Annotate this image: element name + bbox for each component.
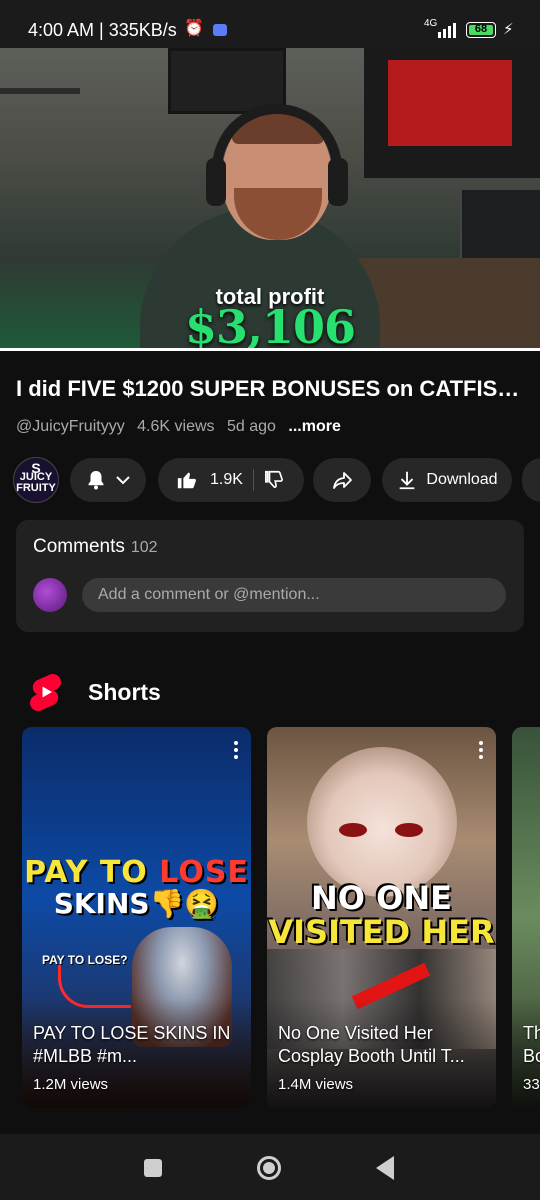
like-dislike-group: 1.9K (158, 458, 304, 502)
status-bar: 4:00 AM | 335KB/s ⏰ 4G 68 ⚡ (0, 0, 540, 48)
share-icon (333, 472, 352, 489)
chevron-down-icon (116, 476, 130, 485)
comment-input[interactable]: Add a comment or @mention... (82, 578, 506, 612)
short-card[interactable]: PAY TO LOSE SKINS👎🤮 PAY TO LOSE? PAY TO … (22, 727, 251, 1108)
more-vert-icon[interactable] (478, 741, 484, 761)
short-title: No One Visited Her Cosplay Booth Until T… (278, 1023, 465, 1066)
channel-handle[interactable]: @JuicyFruityyy (16, 418, 125, 435)
short-thumb-caption: PAY TO LOSE? (42, 953, 128, 967)
upload-age: 5d ago (226, 418, 276, 435)
bell-icon (88, 471, 104, 490)
notification-button[interactable] (70, 458, 146, 502)
alarm-icon: ⏰ (184, 20, 204, 37)
comments-header: Comments 102 (33, 536, 158, 558)
nav-recents-icon[interactable] (144, 1159, 162, 1177)
download-icon (400, 471, 415, 490)
comments-label: Comments (33, 536, 125, 557)
shorts-logo-icon (30, 674, 61, 711)
system-nav-bar (0, 1134, 540, 1200)
short-thumb-text: PAY TO LOSE (24, 855, 249, 890)
short-views: 1.2M views (33, 1076, 109, 1093)
short-thumb-text: NO ONE (311, 879, 452, 917)
share-button[interactable] (313, 458, 371, 502)
download-button[interactable]: Download (382, 458, 512, 502)
short-thumb-text-2: SKINS👎🤮 (53, 887, 220, 920)
comments-count: 102 (130, 539, 158, 556)
nav-home-icon[interactable] (257, 1156, 281, 1180)
user-avatar (33, 578, 67, 612)
thumbs-down-icon[interactable] (264, 469, 286, 491)
battery-level: 68 (474, 23, 488, 35)
video-player[interactable]: total profit $3,106 (0, 48, 540, 350)
status-time: 4:00 AM | 335KB/s (28, 20, 177, 40)
signal-icon (438, 23, 456, 38)
short-views: 1.4M views (278, 1076, 354, 1093)
short-card[interactable]: NO ONE VISITED HER No One Visited Her Co… (267, 727, 496, 1108)
channel-avatar[interactable]: S JUICY FRUITY (13, 457, 59, 503)
download-label: Download (426, 471, 498, 488)
more-actions-button[interactable] (522, 458, 540, 502)
nav-back-icon[interactable] (376, 1156, 394, 1180)
video-overlay-value: $3,106 (184, 300, 356, 350)
short-views: 33 (523, 1076, 540, 1093)
battery-icon: 68 (466, 22, 496, 38)
chat-bubble-icon (213, 24, 227, 36)
thumbs-up-icon[interactable] (176, 469, 198, 491)
video-progress-bar[interactable] (0, 348, 540, 351)
video-meta[interactable]: @JuicyFruityyy 4.6K views 5d ago ...more (16, 418, 349, 436)
video-title[interactable]: I did FIVE $1200 SUPER BONUSES on CATFIS… (16, 376, 526, 402)
short-title: PAY TO LOSE SKINS IN #MLBB #m... (33, 1023, 231, 1066)
view-count: 4.6K views (137, 418, 215, 435)
video-progress-played (0, 348, 540, 351)
channel-avatar-text: JUICY FRUITY (16, 471, 56, 494)
action-row: S JUICY FRUITY 1.9K Download (0, 456, 540, 504)
like-count[interactable]: 1.9K (210, 471, 243, 489)
more-link[interactable]: ...more (288, 418, 340, 435)
more-vert-icon[interactable] (233, 741, 239, 761)
short-card[interactable]: Th Bo 33 (512, 727, 540, 1108)
shorts-title: Shorts (88, 679, 161, 705)
bolt-icon: ⚡ (503, 21, 514, 38)
comments-panel[interactable]: Comments 102 Add a comment or @mention... (16, 520, 524, 632)
short-title: Th Bo (523, 1023, 540, 1066)
short-thumb-text-2: VISITED HER (268, 913, 495, 951)
